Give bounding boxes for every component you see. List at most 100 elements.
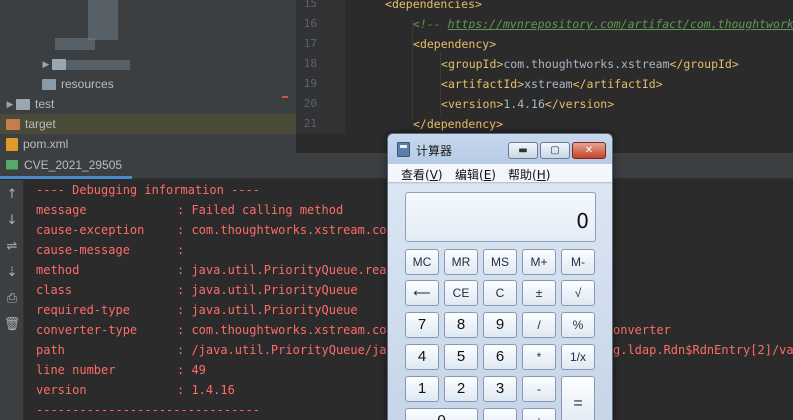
console-row: cause-exception: com.thoughtworks.xstrea… xyxy=(36,223,394,237)
expand-arrow-icon[interactable]: ▶ xyxy=(4,99,16,110)
tree-item-blurred[interactable]: ▶ xyxy=(40,54,71,74)
key-decimal[interactable] xyxy=(483,408,517,420)
code-text: <!-- https://mvnrepository.com/artifact/… xyxy=(413,17,793,31)
console-row: version: 1.4.16 xyxy=(36,383,235,397)
tree-item-pom[interactable]: pom.xml xyxy=(6,134,68,154)
code-text: <version>1.4.16</version> xyxy=(441,97,615,111)
code-text: </dependency> xyxy=(413,117,504,131)
blurred-region xyxy=(88,0,118,40)
tree-item-resources[interactable]: resources xyxy=(42,74,114,94)
trash-icon[interactable]: 🗑 xyxy=(0,314,24,336)
run-tab[interactable]: CVE_2021_29505 xyxy=(0,153,133,179)
key-3[interactable]: 3 xyxy=(483,376,517,402)
key-multiply[interactable]: * xyxy=(522,344,556,370)
key-divide[interactable]: / xyxy=(522,312,556,338)
key-mc[interactable]: MC xyxy=(405,249,439,275)
scroll-down-icon[interactable]: ↓ xyxy=(0,210,24,232)
key-7[interactable]: 7 xyxy=(405,312,439,338)
run-toolbar: ↑ ↓ ⇌ ⇣ ⎙ 🗑 xyxy=(0,180,24,420)
xml-value: 1.4.16 xyxy=(503,97,545,111)
key-2[interactable]: 2 xyxy=(444,376,478,402)
key-plusminus[interactable]: ± xyxy=(522,280,556,306)
resources-folder-icon xyxy=(42,78,56,90)
xml-bracket: > xyxy=(489,37,497,51)
console-row: line number: 49 xyxy=(36,363,206,377)
key-1[interactable]: 1 xyxy=(405,376,439,402)
code-line: 21 </dependency> xyxy=(297,114,793,134)
key-plus[interactable]: + xyxy=(522,408,556,420)
scroll-to-end-icon[interactable]: ⇣ xyxy=(0,262,24,284)
code-line: 18 <groupId>com.thoughtworks.xstream</gr… xyxy=(297,54,793,74)
code-text: <dependency> xyxy=(413,37,496,51)
code-line: 19 <artifactId>xstream</artifactId> xyxy=(297,74,793,94)
code-editor[interactable]: 15 <dependencies> 16 <!-- https://mvnrep… xyxy=(296,0,793,133)
comment-text: <!-- xyxy=(413,17,448,31)
key-c[interactable]: C xyxy=(483,280,517,306)
error-marker xyxy=(282,96,288,98)
line-number: 20 xyxy=(303,97,317,110)
soft-wrap-icon[interactable]: ⇌ xyxy=(0,236,24,258)
menu-edit[interactable]: 编辑(E) xyxy=(455,166,496,183)
line-number: 21 xyxy=(303,117,317,130)
menu-help[interactable]: 帮助(H) xyxy=(508,166,550,183)
console-row-tail: g.ldap.Rdn$RdnEntry[2]/val xyxy=(613,343,793,357)
comment-link[interactable]: https://mvnrepository.com/artifact/com.t… xyxy=(448,17,793,31)
console-row: method: java.util.PriorityQueue.read xyxy=(36,263,394,277)
calculator-window[interactable]: 计算器 ▬ ▢ ✕ 查看(V) 编辑(E) 帮助(H) 0 MC MR MS M… xyxy=(387,133,613,420)
key-backspace[interactable]: ⟵ xyxy=(405,280,439,306)
key-percent[interactable]: % xyxy=(561,312,595,338)
code-text: <artifactId>xstream</artifactId> xyxy=(441,77,663,91)
run-config-icon xyxy=(6,159,18,170)
folder-icon xyxy=(16,98,30,110)
scroll-up-icon[interactable]: ↑ xyxy=(0,184,24,206)
xml-bracket: > xyxy=(475,0,482,11)
run-tab-label: CVE_2021_29505 xyxy=(24,157,123,172)
key-minus[interactable]: - xyxy=(522,376,556,402)
xml-bracket: < xyxy=(385,0,392,11)
key-mr[interactable]: MR xyxy=(444,249,478,275)
key-0[interactable]: 0 xyxy=(405,408,478,420)
console-row: path: /java.util.PriorityQueue/jav xyxy=(36,343,394,357)
line-number: 16 xyxy=(303,17,317,30)
key-ms[interactable]: MS xyxy=(483,249,517,275)
code-text: <groupId>com.thoughtworks.xstream</group… xyxy=(441,57,739,71)
key-4[interactable]: 4 xyxy=(405,344,439,370)
xml-bracket: < xyxy=(413,37,420,51)
xml-tag: dependency xyxy=(419,37,490,51)
close-button[interactable]: ✕ xyxy=(572,142,606,159)
key-6[interactable]: 6 xyxy=(483,344,517,370)
calculator-title: 计算器 xyxy=(416,144,453,158)
xml-value: com.thoughtworks.xstream xyxy=(503,57,670,71)
console-row: message: Failed calling method xyxy=(36,203,344,217)
console-row: cause-message: xyxy=(36,243,185,257)
calculator-menubar: 查看(V) 编辑(E) 帮助(H) xyxy=(388,164,612,183)
expand-arrow-icon[interactable]: ▶ xyxy=(40,59,52,70)
key-reciprocal[interactable]: 1/x xyxy=(561,344,595,370)
xml-value: xstream xyxy=(524,77,573,91)
minimize-button[interactable]: ▬ xyxy=(508,142,538,159)
calculator-titlebar[interactable]: 计算器 ▬ ▢ ✕ xyxy=(388,134,612,164)
tree-item-test[interactable]: ▶ test xyxy=(4,94,55,114)
xml-tag: dependencies xyxy=(391,0,476,11)
line-number: 15 xyxy=(303,0,317,10)
key-sqrt[interactable]: √ xyxy=(561,280,595,306)
maximize-button[interactable]: ▢ xyxy=(540,142,570,159)
console-row: required-type: java.util.PriorityQueue xyxy=(36,303,358,317)
key-ce[interactable]: CE xyxy=(444,280,478,306)
menu-view[interactable]: 查看(V) xyxy=(401,166,443,183)
tree-item-label: target xyxy=(25,117,56,131)
print-icon[interactable]: ⎙ xyxy=(0,288,24,310)
key-mplus[interactable]: M+ xyxy=(522,249,556,275)
console-footer: ------------------------------- xyxy=(36,403,260,417)
code-line: 15 <dependencies> xyxy=(297,0,793,14)
key-8[interactable]: 8 xyxy=(444,312,478,338)
xml-file-icon xyxy=(6,137,18,151)
key-5[interactable]: 5 xyxy=(444,344,478,370)
key-equals[interactable]: = xyxy=(561,376,595,420)
key-9[interactable]: 9 xyxy=(483,312,517,338)
tree-item-target[interactable]: target xyxy=(0,114,296,134)
calculator-display: 0 xyxy=(405,192,596,242)
console-row: converter-type: com.thoughtworks.xstream… xyxy=(36,323,394,337)
key-mminus[interactable]: M- xyxy=(561,249,595,275)
console-header: ---- Debugging information ---- xyxy=(36,183,260,197)
